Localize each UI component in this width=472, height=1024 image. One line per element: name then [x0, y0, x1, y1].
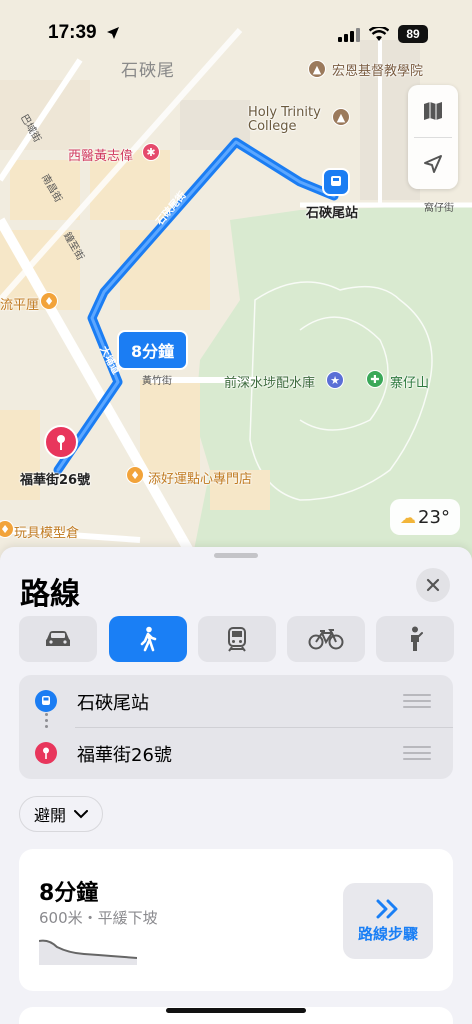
close-icon [426, 578, 440, 592]
route-steps-label: 路線步驟 [357, 924, 418, 943]
map-view[interactable]: 石硤尾 ▲ 宏恩基督教學院 Holy Trinity College ▲ 西醫黃志… [0, 0, 472, 570]
map-mode-button[interactable] [408, 85, 458, 137]
home-indicator[interactable] [166, 1008, 306, 1013]
origin-label: 石硤尾站 [77, 693, 149, 714]
route-duration: 8分鐘 [39, 881, 99, 906]
reorder-handle-icon[interactable] [403, 694, 431, 708]
destination-label: 福華街26號 [77, 745, 172, 766]
destination-pin-icon[interactable] [44, 425, 78, 459]
locate-button[interactable] [408, 138, 458, 190]
poi-shop-left[interactable]: 流平厘 [0, 294, 39, 313]
school-icon[interactable]: ▲ [332, 108, 350, 126]
location-services-icon [107, 27, 119, 39]
weather-badge[interactable]: ☁ 23° [390, 499, 460, 535]
chevron-double-right-icon [376, 899, 398, 918]
park-icon[interactable]: ✚ [366, 370, 384, 388]
poi-hill[interactable]: 寨仔山 [390, 372, 429, 391]
street-label: 窩仔街 [424, 203, 454, 214]
elevation-profile-icon [39, 939, 137, 965]
restaurant-icon[interactable]: ♦ [126, 466, 144, 484]
chevron-down-icon [74, 809, 89, 818]
landmark-icon[interactable]: ★ [326, 371, 344, 389]
train-icon [228, 627, 246, 652]
transport-mode-selector [19, 616, 454, 662]
mode-walk-button[interactable] [109, 616, 187, 662]
sheet-grabber[interactable] [214, 553, 258, 558]
poi-bakery[interactable]: 添好運點心專門店 [148, 468, 252, 487]
street-label: 黃竹街 [142, 376, 172, 387]
poi-reservoir[interactable]: 前深水埗配水庫 [224, 372, 315, 391]
walk-icon [140, 626, 157, 652]
mode-transit-button[interactable] [198, 616, 276, 662]
food-icon[interactable]: ♦ [40, 292, 58, 310]
directions-sheet: 路線 石硤尾站 福華街26號 避開 8分鐘 600米・平緩下坡 路線步驟 [0, 547, 472, 1024]
poi-destination[interactable]: 福華街26號 [20, 469, 90, 488]
route-stops: 石硤尾站 福華街26號 [19, 675, 453, 779]
weather-icon: ☁ [400, 507, 417, 527]
status-time: 17:39 [48, 22, 97, 43]
destination-stop[interactable]: 福華街26號 [19, 727, 453, 779]
school-icon[interactable]: ▲ [308, 60, 326, 78]
mode-drive-button[interactable] [19, 616, 97, 662]
station-icon [35, 690, 57, 712]
poi-doctor[interactable]: 西醫黃志偉 [68, 145, 133, 164]
poi-kindergarten[interactable]: 宏恩基督教學院 [332, 60, 423, 79]
person-icon [411, 626, 423, 651]
poi-station[interactable]: 石硤尾站 [306, 202, 358, 221]
close-button[interactable] [416, 568, 450, 602]
temperature: 23° [418, 506, 450, 528]
status-bar: 17:39 89 [0, 0, 472, 62]
avoid-label: 避開 [34, 806, 67, 825]
sheet-title: 路線 [20, 577, 80, 612]
map-icon [424, 102, 442, 120]
medical-icon[interactable]: ✱ [142, 143, 160, 161]
car-icon [46, 631, 70, 646]
location-arrow-icon [424, 155, 442, 173]
route-option-card[interactable]: 8分鐘 600米・平緩下坡 路線步驟 [19, 849, 453, 991]
battery-indicator: 89 [398, 25, 428, 43]
route-time-bubble[interactable]: 8分鐘 [117, 330, 189, 370]
avoid-options-button[interactable]: 避開 [19, 796, 104, 832]
route-steps-button[interactable]: 路線步驟 [343, 883, 433, 959]
bicycle-icon [308, 629, 344, 650]
wifi-icon [369, 27, 389, 41]
mode-cycle-button[interactable] [287, 616, 365, 662]
station-icon[interactable] [322, 168, 350, 196]
poi-toy-shop[interactable]: 玩具模型倉 [14, 522, 79, 541]
reorder-handle-icon[interactable] [403, 746, 431, 760]
poi-college[interactable]: Holy Trinity College [248, 106, 321, 134]
map-controls [408, 85, 458, 189]
origin-stop[interactable]: 石硤尾站 [19, 675, 453, 727]
signal-icon [338, 28, 360, 42]
pin-icon [35, 742, 57, 764]
mode-rideshare-button[interactable] [376, 616, 454, 662]
route-detail: 600米・平緩下坡 [39, 909, 158, 927]
